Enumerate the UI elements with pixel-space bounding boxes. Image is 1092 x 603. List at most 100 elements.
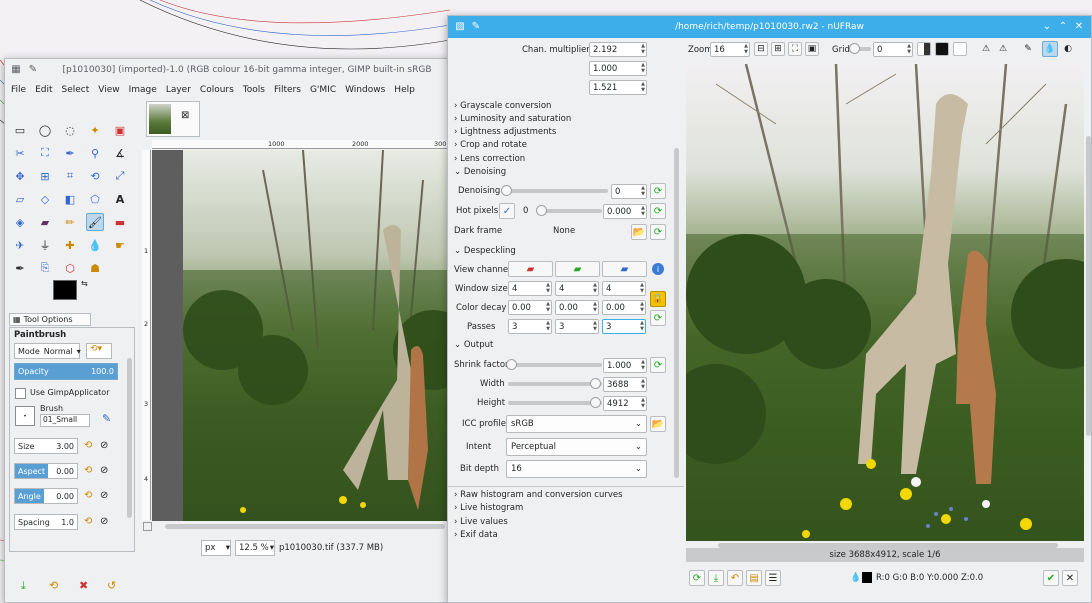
gimp-canvas-photo[interactable] — [183, 150, 448, 521]
zoom-tool-icon[interactable]: ⚲ — [86, 144, 104, 162]
reset-hotpixels-button[interactable]: ⟳ — [650, 203, 666, 219]
aspect-slider[interactable]: Aspect 0.00 — [14, 463, 78, 479]
blur-icon[interactable]: 💧 — [86, 236, 104, 254]
spacing-reset-icon[interactable]: ⟲ — [84, 516, 92, 527]
ink-icon[interactable]: ⏚ — [36, 236, 54, 254]
expander-crop[interactable]: › Crop and rotate — [454, 140, 527, 150]
slider-knob[interactable] — [590, 378, 601, 389]
size-slider[interactable]: Size 3.00 — [14, 438, 78, 454]
menu-gmic[interactable]: G'MIC — [310, 85, 336, 95]
controls-scrollbar[interactable] — [674, 148, 679, 478]
passes-b[interactable]: 3 ▲ ▼ — [602, 319, 646, 334]
expander-lens[interactable]: › Lens correction — [454, 154, 525, 164]
pin-icon[interactable]: ✎ — [470, 21, 482, 33]
slider-knob[interactable] — [501, 185, 512, 196]
pin-icon[interactable]: ✎ — [27, 64, 39, 76]
channel-icon[interactable]: ◐ — [1061, 42, 1075, 56]
color-picker-icon[interactable]: ✒ — [11, 259, 29, 277]
height-field[interactable]: 4912 ▲ ▼ — [603, 396, 647, 411]
quick-mask-toggle[interactable] — [143, 522, 152, 531]
send-to-gimp-button[interactable]: ▤ — [746, 570, 762, 586]
chevron-up-icon[interactable]: ⌃ — [1057, 21, 1069, 33]
view-channel-blue[interactable]: ▰ — [602, 261, 647, 277]
slider-knob[interactable] — [590, 397, 601, 408]
ufraw-preview-photo[interactable] — [686, 64, 1084, 541]
bg-white-button[interactable] — [953, 42, 967, 56]
blend-icon[interactable]: ▰ — [36, 213, 54, 231]
spacing-link-icon[interactable]: ⊘ — [100, 516, 108, 527]
slider-knob[interactable] — [536, 205, 547, 216]
undo-button[interactable]: ↶ — [727, 570, 743, 586]
options-button[interactable]: ☰ — [765, 570, 781, 586]
view-channel-green[interactable]: ▰ — [555, 261, 600, 277]
slider-knob[interactable] — [506, 359, 517, 370]
expander-output[interactable]: ⌄ Output — [454, 340, 493, 350]
underexposure-warning-icon[interactable]: ⚠ — [996, 42, 1010, 56]
delete-options-icon[interactable]: ✖ — [79, 579, 88, 592]
menu-image[interactable]: Image — [129, 85, 157, 95]
paths-icon[interactable]: ✒ — [61, 144, 79, 162]
measure-icon[interactable]: ∡ — [111, 144, 129, 162]
airbrush-icon[interactable]: ✈ — [11, 236, 29, 254]
colordecay-g[interactable]: 0.00 ▲ ▼ — [555, 300, 599, 315]
cancel-button[interactable]: ✕ — [1062, 570, 1078, 586]
color-select-icon[interactable]: ▣ — [111, 121, 129, 139]
zoom-in-button[interactable]: ⊞ — [771, 42, 785, 56]
darkframe-open-button[interactable]: 📂 — [631, 224, 647, 240]
ufraw-app-icon[interactable]: ▧ — [454, 21, 466, 33]
windowsize-b[interactable]: 4 ▲ ▼ — [602, 281, 646, 296]
denoising-field[interactable]: 0 ▲ ▼ — [611, 184, 647, 199]
denoising-slider[interactable] — [501, 185, 608, 196]
width-slider[interactable] — [508, 378, 602, 389]
perspective-icon[interactable]: ◇ — [36, 190, 54, 208]
foreground-color-swatch[interactable] — [53, 280, 77, 300]
size-link-icon[interactable]: ⊘ — [100, 440, 108, 451]
close-tab-icon[interactable]: ⊠ — [181, 110, 189, 121]
info-icon[interactable]: i — [652, 263, 664, 275]
menu-edit[interactable]: Edit — [35, 85, 52, 95]
restore-options-icon[interactable]: ⟲ — [49, 579, 58, 592]
raw-mode-icon[interactable]: 💧 — [1042, 41, 1058, 57]
hotpixels-mark-button[interactable]: ✓ — [499, 203, 515, 219]
opacity-slider[interactable]: Opacity 100.0 — [14, 363, 118, 380]
intent-combo[interactable]: Perceptual ⌄ — [506, 438, 647, 456]
save-options-icon[interactable]: ⤓ — [21, 579, 26, 593]
swap-colors-icon[interactable]: ⇆ — [81, 279, 88, 288]
width-field[interactable]: 3688 ▲ ▼ — [603, 377, 647, 392]
align-icon[interactable]: ⊞ — [36, 167, 54, 185]
reset-shrink-button[interactable]: ⟳ — [650, 357, 666, 373]
unified-transform-icon[interactable]: ⟲ — [86, 167, 104, 185]
ellipse-select-icon[interactable]: ◯ — [36, 121, 54, 139]
foreground-select-icon[interactable]: ⛶ — [36, 144, 54, 162]
tool-options-scrollbar[interactable] — [127, 358, 132, 518]
zoom-fit-button[interactable]: ⛶ — [788, 42, 802, 56]
bitdepth-combo[interactable]: 16 ⌄ — [506, 460, 647, 478]
chevron-down-icon[interactable]: ⌄ — [1041, 21, 1053, 33]
menu-file[interactable]: File — [11, 85, 26, 95]
size-reset-icon[interactable]: ⟲ — [84, 440, 92, 451]
scissors-icon[interactable]: ✂ — [11, 144, 29, 162]
shear-icon[interactable]: ▱ — [11, 190, 29, 208]
mode-combo[interactable]: Mode Normal ▾ — [14, 343, 81, 359]
expander-grayscale[interactable]: › Grayscale conversion — [454, 101, 551, 111]
eraser-icon[interactable]: ▬ — [111, 213, 129, 231]
passes-g[interactable]: 3 ▲ ▼ — [555, 319, 599, 334]
aspect-reset-icon[interactable]: ⟲ — [84, 465, 92, 476]
unit-combo[interactable]: px ▾ — [201, 540, 231, 556]
expander-live-histogram[interactable]: › Live histogram — [454, 503, 523, 513]
brush-preview[interactable]: • — [15, 406, 35, 426]
angle-link-icon[interactable]: ⊘ — [100, 490, 108, 501]
chan-mult-g[interactable]: 1.000 ▲ ▼ — [589, 61, 647, 76]
aspect-link-icon[interactable]: ⊘ — [100, 465, 108, 476]
ufraw-titlebar[interactable]: ▧ ✎ /home/rich/temp/p1010030.rw2 - nUFRa… — [448, 16, 1091, 38]
clone-icon[interactable]: ⎘ — [36, 259, 54, 277]
brush-edit-icon[interactable]: ✎ — [102, 412, 111, 425]
menu-help[interactable]: Help — [394, 85, 415, 95]
reset-options-icon[interactable]: ↺ — [107, 579, 116, 592]
flip-icon[interactable]: ◧ — [61, 190, 79, 208]
icc-combo[interactable]: sRGB ⌄ — [506, 415, 647, 433]
expander-luminosity[interactable]: › Luminosity and saturation — [454, 114, 571, 124]
windowsize-g[interactable]: 4 ▲ ▼ — [555, 281, 599, 296]
gimp-titlebar[interactable]: ▦ ✎ [p1010030] (imported)-1.0 (RGB colou… — [5, 59, 449, 81]
expander-live-values[interactable]: › Live values — [454, 517, 508, 527]
